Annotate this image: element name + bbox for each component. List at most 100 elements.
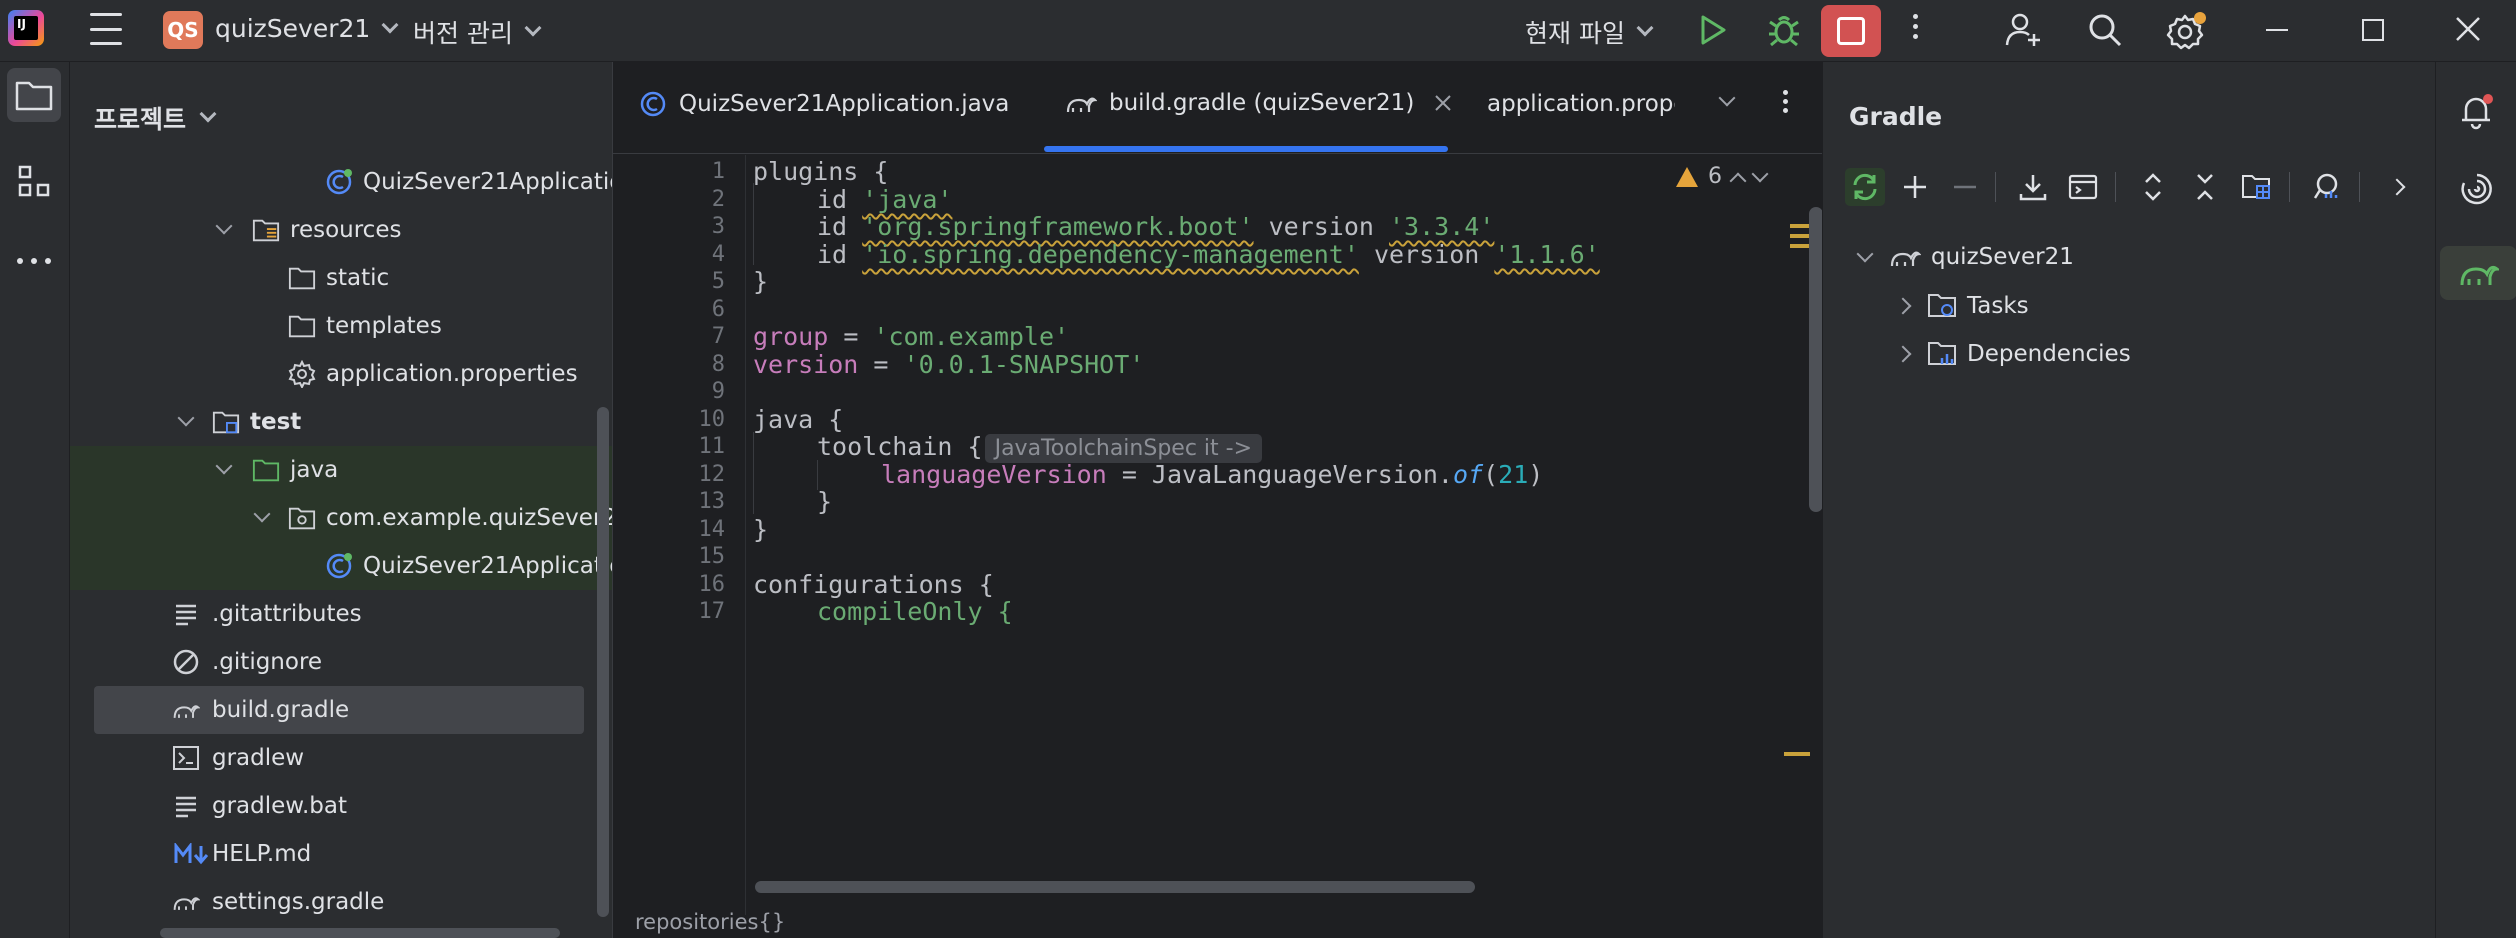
- line-number: 11: [698, 434, 726, 459]
- spring-class-icon: [325, 552, 353, 580]
- chevron-down-icon[interactable]: [253, 505, 271, 523]
- tree-label: application.properties: [326, 361, 578, 387]
- tree-row[interactable]: QuizSever21Application: [70, 158, 612, 206]
- toolbar-separator: [2359, 172, 2360, 202]
- warning-stripe-mark[interactable]: [1790, 234, 1810, 238]
- tree-row[interactable]: com.example.quizSever21: [70, 494, 612, 542]
- tree-row[interactable]: .gitignore: [70, 638, 612, 686]
- code-line-17: compileOnly {: [817, 597, 1013, 626]
- line-number: 2: [711, 187, 725, 212]
- close-window-button[interactable]: [2453, 14, 2483, 44]
- vcs-menu[interactable]: 버전 관리: [413, 14, 542, 50]
- chevron-right-icon[interactable]: [1894, 345, 1912, 363]
- vertical-scrollbar[interactable]: [1809, 207, 1823, 512]
- breadcrumb[interactable]: repositories{}: [635, 910, 785, 934]
- tab-label: application.prope: [1487, 91, 1675, 117]
- line-number: 7: [711, 324, 725, 349]
- active-tab-indicator: [1044, 146, 1448, 152]
- debug-button[interactable]: [1766, 12, 1802, 48]
- tab-overflow-button[interactable]: [1718, 89, 1736, 107]
- tree-row[interactable]: .gitattributes: [70, 590, 612, 638]
- tree-row[interactable]: test: [70, 398, 612, 446]
- gradle-tree-root[interactable]: quizSever21: [1856, 244, 2074, 270]
- warning-stripe-mark[interactable]: [1790, 244, 1810, 248]
- tree-row[interactable]: settings.gradle: [70, 878, 612, 926]
- group-modules-button[interactable]: [2237, 168, 2277, 206]
- tree-row[interactable]: resources: [70, 206, 612, 254]
- vertical-scrollbar[interactable]: [597, 407, 609, 917]
- ai-assistant-button[interactable]: [2450, 162, 2504, 216]
- tab-build-gradle[interactable]: build.gradle (quizSever21): [1065, 90, 1452, 116]
- warning-stripe-mark[interactable]: [1784, 752, 1810, 756]
- chevron-down-icon[interactable]: [215, 457, 233, 475]
- gradle-tool-button[interactable]: [2440, 246, 2516, 300]
- gradle-tree-tasks[interactable]: Tasks: [1894, 292, 2029, 320]
- structure-tool-button[interactable]: [7, 154, 61, 208]
- code-line-4: id 'io.spring.dependency-management' ver…: [817, 240, 1600, 269]
- expand-all-button[interactable]: [2133, 168, 2173, 206]
- code-line-1: plugins {: [753, 157, 889, 186]
- tree-row[interactable]: static: [70, 254, 612, 302]
- tree-row-selected[interactable]: build.gradle: [94, 686, 584, 734]
- gradle-file-icon: [172, 696, 200, 724]
- markdown-icon: [172, 840, 212, 868]
- horizontal-scrollbar[interactable]: [755, 881, 1475, 893]
- add-button[interactable]: [1895, 168, 1935, 206]
- tree-row[interactable]: gradlew: [70, 734, 612, 782]
- tab-application-properties[interactable]: application.prope: [1475, 90, 1675, 118]
- gradle-tree-dependencies[interactable]: Dependencies: [1894, 340, 2131, 368]
- project-tool-button[interactable]: [7, 68, 61, 122]
- line-number: 10: [698, 407, 726, 432]
- chevron-down-icon[interactable]: [1856, 245, 1874, 263]
- tree-row[interactable]: java: [70, 446, 612, 494]
- code-with-me-button[interactable]: [2004, 10, 2044, 50]
- more-toolbar-button[interactable]: [2377, 168, 2417, 206]
- remove-button[interactable]: [1945, 168, 1985, 206]
- chevron-down-icon: [199, 105, 217, 123]
- tree-row[interactable]: QuizSever21Application: [70, 542, 612, 590]
- tree-row[interactable]: HELP.md: [70, 830, 612, 878]
- run-config-selector[interactable]: 현재 파일: [1525, 14, 1654, 50]
- settings-button[interactable]: [2165, 10, 2207, 52]
- left-tool-strip: [0, 62, 70, 938]
- plus-icon: [1904, 176, 1926, 198]
- tree-row[interactable]: application.properties: [70, 350, 612, 398]
- line-number: 8: [711, 352, 725, 377]
- chevron-down-icon[interactable]: [215, 217, 233, 235]
- download-sources-button[interactable]: [2013, 168, 2053, 206]
- chevron-down-icon[interactable]: [177, 409, 195, 427]
- tree-row[interactable]: templates: [70, 302, 612, 350]
- main-menu-icon[interactable]: [88, 13, 124, 45]
- toolbar-separator: [2115, 172, 2116, 202]
- folder-grid-icon: [2242, 175, 2270, 199]
- tree-label: test: [250, 409, 302, 435]
- close-icon: [2456, 17, 2480, 41]
- reload-gradle-button[interactable]: [1845, 168, 1885, 206]
- app-logo-icon[interactable]: IJ: [8, 10, 44, 46]
- run-button[interactable]: [1698, 14, 1728, 46]
- more-actions-icon[interactable]: [1913, 14, 1918, 39]
- tab-more-icon[interactable]: [1783, 90, 1788, 113]
- project-panel-header[interactable]: 프로젝트: [94, 100, 217, 136]
- chevron-right-icon[interactable]: [1894, 297, 1912, 315]
- code-line-11: toolchain {JavaToolchainSpec it ->: [817, 432, 1263, 463]
- bug-icon: [1769, 16, 1799, 47]
- notifications-button[interactable]: [2450, 84, 2504, 138]
- tree-row[interactable]: gradlew.bat: [70, 782, 612, 830]
- project-panel: 프로젝트 QuizSever21Application resources st…: [70, 62, 612, 938]
- minimize-icon[interactable]: [2266, 29, 2288, 31]
- more-tools-button[interactable]: [7, 234, 61, 288]
- project-badge[interactable]: QS: [163, 11, 203, 49]
- horizontal-scrollbar[interactable]: [160, 928, 560, 938]
- search-button[interactable]: [2087, 12, 2123, 48]
- code-area[interactable]: 1 2 3 4 5 6 7 8 9 10 11 12 13 14 15 16 1…: [613, 155, 1823, 915]
- maximize-icon[interactable]: [2362, 19, 2384, 41]
- stop-button[interactable]: [1821, 5, 1881, 57]
- warning-stripe-mark[interactable]: [1790, 224, 1810, 228]
- execute-task-button[interactable]: [2063, 168, 2103, 206]
- collapse-all-button[interactable]: [2185, 168, 2225, 206]
- tab-quizsever21application[interactable]: QuizSever21Application.java: [639, 90, 1009, 118]
- project-switcher[interactable]: quizSever21: [215, 14, 399, 43]
- chevron-down-icon: [524, 19, 542, 37]
- analyze-dependencies-button[interactable]: [2307, 168, 2347, 206]
